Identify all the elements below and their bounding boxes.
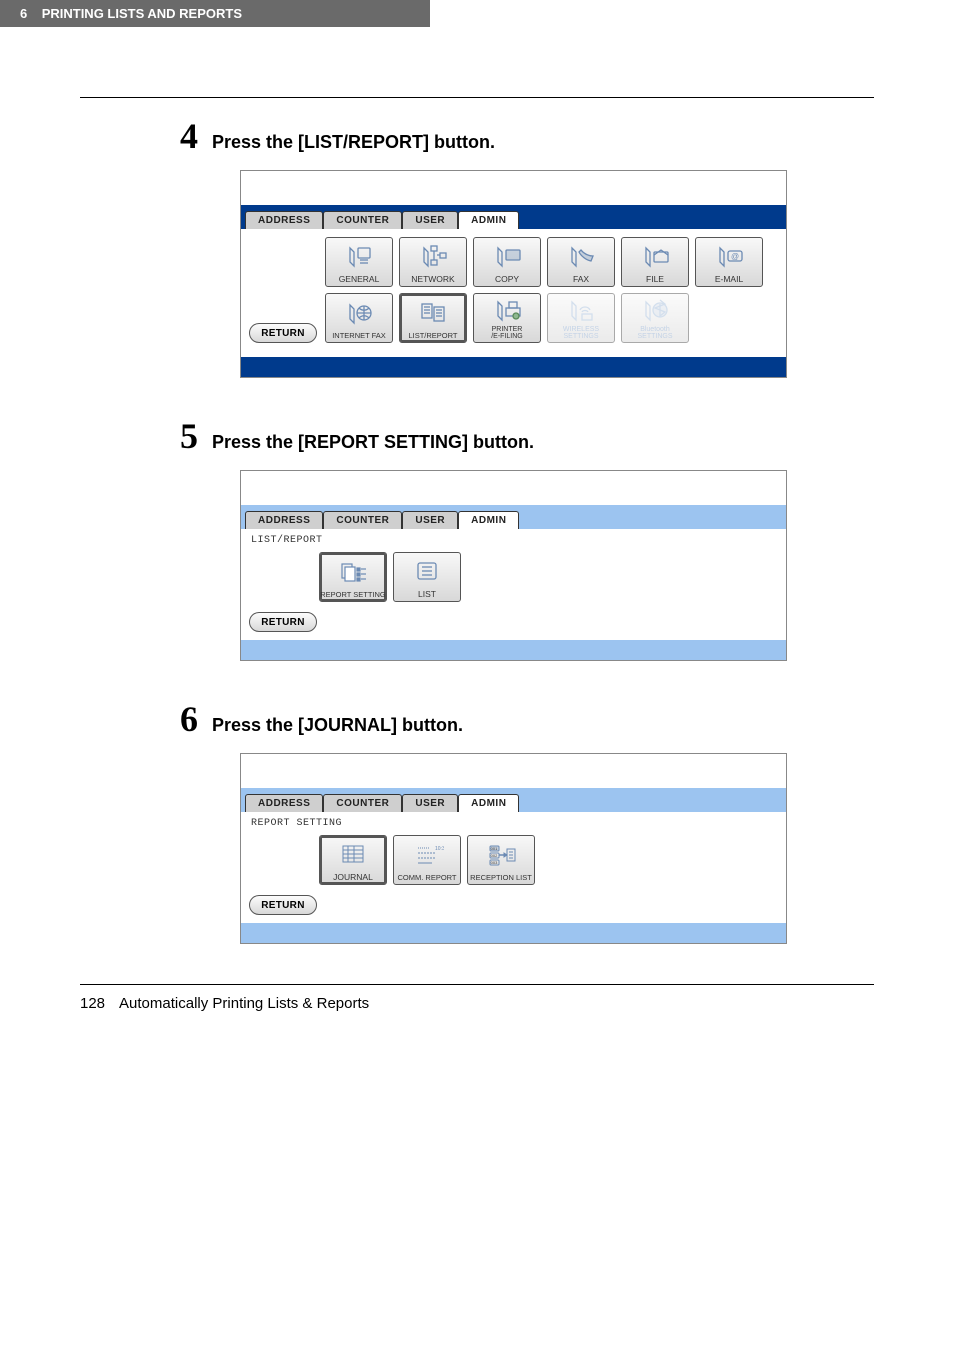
label: RECEPTION LIST: [470, 873, 532, 882]
return-button[interactable]: RETURN: [249, 612, 317, 632]
label: E-MAIL: [715, 274, 743, 284]
return-button[interactable]: RETURN: [249, 323, 317, 343]
label: FILE: [646, 274, 664, 284]
tab-strip: ADDRESS COUNTER USER ADMIN: [241, 505, 786, 529]
step-6: 6 Press the [JOURNAL] button.: [180, 701, 874, 737]
svg-text:001: 001: [491, 846, 498, 851]
tab-user[interactable]: USER: [402, 794, 458, 812]
tab-admin[interactable]: ADMIN: [458, 794, 519, 812]
step-4: 4 Press the [LIST/REPORT] button.: [180, 118, 874, 154]
svg-text:002: 002: [491, 853, 498, 858]
tab-counter[interactable]: COUNTER: [323, 794, 402, 812]
tab-admin[interactable]: ADMIN: [458, 211, 519, 229]
tab-user[interactable]: USER: [402, 511, 458, 529]
list-icon: [394, 553, 460, 589]
return-button[interactable]: RETURN: [249, 895, 317, 915]
step-text: Press the [LIST/REPORT] button.: [212, 132, 495, 153]
screenshot-list-report: ADDRESS COUNTER USER ADMIN LIST/REPORT R…: [240, 470, 787, 661]
printer-efiling-button[interactable]: PRINTER/E-FILING: [473, 293, 541, 343]
svg-text:003: 003: [491, 860, 498, 865]
header-bar: 6 PRINTING LISTS AND REPORTS: [0, 0, 430, 27]
list-button[interactable]: LIST: [393, 552, 461, 602]
label: INTERNET FAX: [332, 331, 386, 340]
file-button[interactable]: FILE: [621, 237, 689, 287]
wireless-settings-button[interactable]: WIRELESSSETTINGS: [547, 293, 615, 343]
copy-button[interactable]: COPY: [473, 237, 541, 287]
wireless-icon: [548, 294, 614, 326]
journal-icon: [320, 836, 386, 872]
step-5: 5 Press the [REPORT SETTING] button.: [180, 418, 874, 454]
general-icon: [326, 238, 392, 274]
label: JOURNAL: [333, 872, 373, 882]
network-icon: [400, 238, 466, 274]
screenshot-admin-list-report: ADDRESS COUNTER USER ADMIN GENERAL NETWO…: [240, 170, 787, 378]
list-report-button[interactable]: LIST/REPORT: [399, 293, 467, 343]
breadcrumb: LIST/REPORT: [249, 533, 778, 552]
comm-report-button[interactable]: 10:30 COMM. REPORT: [393, 835, 461, 885]
label: GENERAL: [339, 274, 380, 284]
printer-icon: [474, 294, 540, 326]
bluetooth-settings-button[interactable]: BluetoothSETTINGS: [621, 293, 689, 343]
label: FAX: [573, 274, 589, 284]
label: BluetoothSETTINGS: [637, 326, 672, 340]
step-number: 6: [180, 701, 198, 737]
label: LIST/REPORT: [408, 331, 457, 340]
screenshot-report-setting: ADDRESS COUNTER USER ADMIN REPORT SETTIN…: [240, 753, 787, 944]
bluetooth-icon: [622, 294, 688, 326]
step-number: 5: [180, 418, 198, 454]
tab-counter[interactable]: COUNTER: [323, 511, 402, 529]
footer-title: Automatically Printing Lists & Reports: [119, 995, 369, 1012]
tab-strip: ADDRESS COUNTER USER ADMIN: [241, 788, 786, 812]
section-rule: [80, 97, 874, 98]
label: WIRELESSSETTINGS: [563, 326, 599, 340]
tab-address[interactable]: ADDRESS: [245, 511, 323, 529]
internet-fax-icon: [326, 294, 392, 331]
file-icon: [622, 238, 688, 274]
tab-counter[interactable]: COUNTER: [323, 211, 402, 229]
reception-list-button[interactable]: 001 002 003 RECEPTION LIST: [467, 835, 535, 885]
step-number: 4: [180, 118, 198, 154]
report-setting-icon: [320, 553, 386, 590]
label: REPORT SETTING: [320, 590, 386, 599]
email-icon: @: [696, 238, 762, 274]
network-button[interactable]: NETWORK: [399, 237, 467, 287]
label: LIST: [418, 589, 436, 599]
svg-text:10:30: 10:30: [435, 846, 444, 852]
email-button[interactable]: @ E-MAIL: [695, 237, 763, 287]
tab-user[interactable]: USER: [402, 211, 458, 229]
label: PRINTER/E-FILING: [491, 326, 523, 340]
copy-icon: [474, 238, 540, 274]
step-text: Press the [REPORT SETTING] button.: [212, 432, 534, 453]
fax-icon: [548, 238, 614, 274]
breadcrumb: REPORT SETTING: [249, 816, 778, 835]
reception-list-icon: 001 002 003: [468, 836, 534, 873]
label: COMM. REPORT: [397, 873, 456, 882]
step-text: Press the [JOURNAL] button.: [212, 715, 463, 736]
page-number: 128: [80, 995, 105, 1012]
tab-address[interactable]: ADDRESS: [245, 794, 323, 812]
comm-report-icon: 10:30: [394, 836, 460, 873]
label: NETWORK: [411, 274, 454, 284]
chapter-num: 6: [20, 6, 27, 21]
label: COPY: [495, 274, 519, 284]
list-report-icon: [400, 294, 466, 331]
general-button[interactable]: GENERAL: [325, 237, 393, 287]
internet-fax-button[interactable]: INTERNET FAX: [325, 293, 393, 343]
page-footer: 128 Automatically Printing Lists & Repor…: [80, 984, 874, 1012]
tab-address[interactable]: ADDRESS: [245, 211, 323, 229]
svg-text:@: @: [731, 252, 739, 261]
fax-button[interactable]: FAX: [547, 237, 615, 287]
tab-strip: ADDRESS COUNTER USER ADMIN: [241, 205, 786, 229]
report-setting-button[interactable]: REPORT SETTING: [319, 552, 387, 602]
tab-admin[interactable]: ADMIN: [458, 511, 519, 529]
journal-button[interactable]: JOURNAL: [319, 835, 387, 885]
chapter-title: PRINTING LISTS AND REPORTS: [42, 6, 242, 21]
